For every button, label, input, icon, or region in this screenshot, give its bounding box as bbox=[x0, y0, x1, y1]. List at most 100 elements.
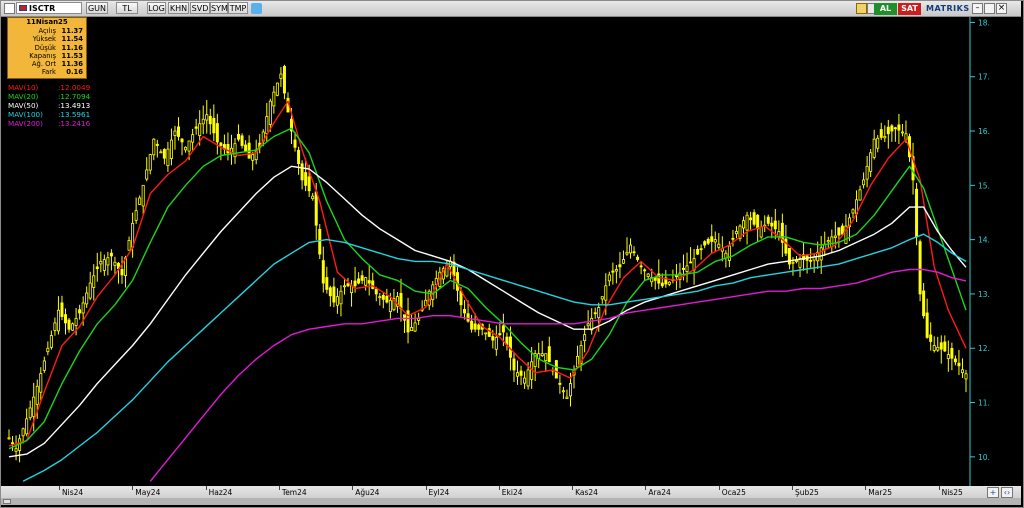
candle-body bbox=[194, 126, 198, 129]
legend-value: :13.4913 bbox=[58, 101, 91, 110]
candle-body bbox=[7, 437, 11, 440]
candle-body bbox=[742, 220, 746, 229]
candle-body bbox=[946, 354, 950, 359]
info-label: Düşük bbox=[34, 43, 56, 52]
navigator-icon[interactable]: ‹› bbox=[1001, 487, 1013, 498]
candle-body bbox=[484, 332, 488, 335]
candle-body bbox=[127, 240, 131, 251]
candle-body bbox=[632, 251, 636, 254]
y-tick-label: 10. bbox=[978, 453, 990, 462]
candle-body bbox=[60, 302, 64, 317]
candle-body bbox=[180, 138, 184, 143]
legend-value: :12.0049 bbox=[58, 83, 91, 92]
candle-body bbox=[706, 238, 710, 244]
candle-body bbox=[240, 135, 244, 146]
candle-body bbox=[939, 342, 943, 350]
candle-body bbox=[759, 226, 763, 238]
candle-body bbox=[113, 261, 117, 266]
candle-body bbox=[177, 126, 181, 137]
ohlc-info-panel: 11Nisan25 Açılış 11.37 Yüksek 11.54 Düşü… bbox=[7, 17, 87, 79]
candle-body bbox=[794, 260, 798, 262]
time-scrollbar[interactable] bbox=[1, 498, 1021, 505]
x-tick-label: Oca25 bbox=[721, 488, 746, 497]
candle-body bbox=[32, 396, 36, 417]
candle-body bbox=[629, 244, 633, 254]
candle-body bbox=[25, 418, 29, 435]
candle-body bbox=[332, 286, 336, 303]
candle-body bbox=[67, 319, 71, 330]
candle-body bbox=[862, 179, 866, 186]
candle-body bbox=[773, 220, 777, 230]
series-line-mav100 bbox=[22, 233, 967, 482]
candle-body bbox=[28, 407, 32, 419]
candle-body bbox=[201, 118, 205, 125]
y-tick-label: 17. bbox=[978, 73, 990, 82]
candle-body bbox=[547, 346, 551, 363]
candle-body bbox=[367, 280, 371, 284]
x-tick bbox=[498, 486, 500, 490]
moving-average-layer bbox=[8, 100, 967, 482]
candle-body bbox=[187, 140, 191, 152]
legend-mav100[interactable]: MAV(100) :13.5961 bbox=[8, 110, 118, 119]
legend-mav50[interactable]: MAV(50) :13.4913 bbox=[8, 101, 118, 110]
candle-body bbox=[922, 290, 926, 317]
candle-body bbox=[155, 143, 159, 146]
series-line-mav200 bbox=[149, 268, 967, 482]
indicator-legend: MAV(10) :12.0049 MAV(20) :12.7094 MAV(50… bbox=[8, 83, 118, 128]
candle-body bbox=[173, 130, 177, 136]
candle-body bbox=[491, 336, 495, 341]
candle-body bbox=[268, 100, 272, 125]
price-chart[interactable]: 10. 11. 12. 13. 14. 15. 16. 17. 18. bbox=[0, 0, 1024, 508]
x-tick-label: Mar25 bbox=[868, 488, 892, 497]
candle-body bbox=[929, 334, 933, 342]
candle-body bbox=[604, 285, 608, 301]
candle-body bbox=[148, 154, 152, 171]
candle-body bbox=[403, 314, 407, 321]
candle-body bbox=[81, 302, 85, 314]
legend-mav10[interactable]: MAV(10) :12.0049 bbox=[8, 83, 118, 92]
candle-body bbox=[71, 323, 75, 331]
candle-body bbox=[300, 163, 304, 181]
candle-body bbox=[925, 312, 929, 338]
legend-mav200[interactable]: MAV(200) :13.2416 bbox=[8, 119, 118, 128]
candle-body bbox=[544, 353, 548, 362]
candle-body bbox=[611, 270, 615, 273]
candle-body bbox=[554, 360, 558, 379]
scroll-thumb[interactable] bbox=[3, 499, 11, 504]
zoom-in-icon[interactable]: + bbox=[987, 487, 999, 498]
candle-body bbox=[607, 274, 611, 282]
candle-body bbox=[198, 123, 202, 136]
candle-body bbox=[879, 129, 883, 138]
candle-body bbox=[74, 317, 78, 326]
candle-body bbox=[272, 91, 276, 107]
x-tick-label: Şub25 bbox=[795, 488, 819, 497]
candle-body bbox=[618, 264, 622, 268]
candle-body bbox=[314, 191, 318, 226]
y-tick-label: 11. bbox=[978, 399, 990, 408]
candle-body bbox=[734, 231, 738, 235]
candle-body bbox=[346, 283, 350, 287]
candle-body bbox=[526, 369, 530, 387]
x-tick-label: Kas24 bbox=[575, 488, 598, 497]
candle-body bbox=[703, 241, 707, 246]
candle-body bbox=[297, 149, 301, 165]
candle-body bbox=[915, 188, 919, 238]
candle-body bbox=[413, 322, 417, 332]
candle-body bbox=[388, 299, 392, 312]
candle-body bbox=[106, 257, 110, 266]
candle-body bbox=[410, 327, 414, 332]
candle-body bbox=[756, 214, 760, 230]
candle-body bbox=[353, 280, 357, 287]
candle-body bbox=[374, 288, 378, 295]
candle-body bbox=[501, 325, 505, 333]
x-tick-label: Nis24 bbox=[62, 488, 84, 497]
candle-body bbox=[586, 323, 590, 327]
x-tick-label: May24 bbox=[135, 488, 161, 497]
candle-body bbox=[219, 142, 223, 146]
candle-body bbox=[770, 222, 774, 227]
legend-mav20[interactable]: MAV(20) :12.7094 bbox=[8, 92, 118, 101]
candle-body bbox=[477, 324, 481, 330]
candle-body bbox=[766, 216, 770, 224]
candle-body bbox=[470, 320, 474, 330]
candle-body bbox=[237, 133, 241, 140]
